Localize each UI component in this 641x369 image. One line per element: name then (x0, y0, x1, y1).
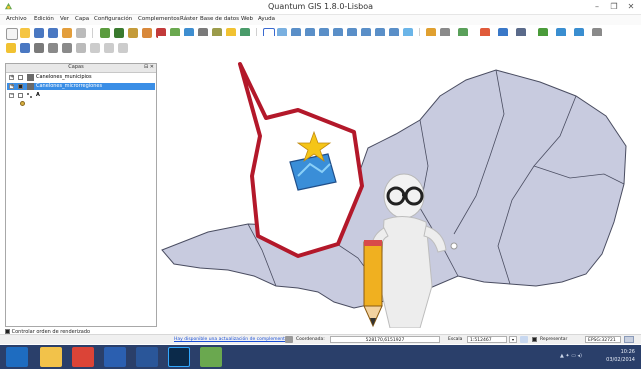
menu-edicion[interactable]: Edición (34, 16, 54, 22)
render-checkbox[interactable] (532, 337, 537, 342)
word-icon[interactable] (136, 347, 158, 367)
layer-item-microrregiones[interactable]: + Canelones_microrregiones (7, 83, 155, 90)
collapse-icon[interactable]: − (9, 93, 14, 98)
menu-archivo[interactable]: Archivo (6, 16, 27, 22)
plugin-update-link[interactable]: Hay disponible una actualización de comp… (174, 336, 288, 343)
add-raster-layer-icon[interactable] (114, 28, 124, 38)
system-tray-icons[interactable]: ▲ ✦ ▭ ◂) (560, 353, 600, 361)
polygon-layer-icon (27, 74, 34, 81)
chrome-icon[interactable] (72, 347, 94, 367)
new-project-icon[interactable] (6, 28, 18, 40)
window-title: Quantum GIS 1.8.0-Lisboa (267, 2, 374, 11)
layer-label: Canelones_microrregiones (36, 83, 103, 89)
menu-complementos[interactable]: Complementos (138, 16, 180, 22)
coordinate-field[interactable]: 528170,6151927 (330, 336, 440, 343)
windows-taskbar: ▲ ✦ ▭ ◂) 10:26 03/02/2014 (0, 345, 641, 369)
polygon-layer-icon (27, 83, 34, 90)
menu-base-de-datos[interactable]: Base de datos (200, 16, 239, 22)
messages-icon[interactable] (624, 336, 634, 343)
layers-panel: Capas ⊟ ✕ + Canelones_municipios + Canel… (5, 63, 157, 327)
qgis-taskbar-icon[interactable] (200, 347, 222, 367)
save-as-icon[interactable] (48, 28, 58, 38)
add-vector-layer-icon[interactable] (100, 28, 110, 38)
delete-selected-icon[interactable] (76, 43, 86, 53)
add-postgis-layer-icon[interactable] (128, 28, 138, 38)
panel-close-icon[interactable]: ⊟ ✕ (144, 64, 156, 70)
layer-label: A (36, 92, 40, 98)
crs-status[interactable]: EPSG:32721 (585, 336, 621, 343)
layer-label: Canelones_municipios (36, 74, 92, 80)
layer-item-municipios[interactable]: + Canelones_municipios (7, 74, 155, 81)
clock-time: 10:26 (620, 349, 635, 355)
print-composer-icon[interactable] (62, 28, 72, 38)
point-layer-icon (27, 93, 33, 99)
layer-item-a[interactable]: − A (7, 92, 155, 99)
menu-ayuda[interactable]: Ayuda (258, 16, 275, 22)
maximize-button[interactable]: ❐ (606, 1, 622, 13)
layer-visibility-checkbox[interactable] (18, 93, 23, 98)
render-label: Representar (540, 337, 568, 342)
open-project-icon[interactable] (20, 28, 30, 38)
layer-visibility-checkbox[interactable] (18, 84, 23, 89)
save-project-icon[interactable] (34, 28, 44, 38)
add-feature-icon[interactable] (34, 43, 44, 53)
menu-bar: Archivo Edición Ver Capa Configuración C… (0, 15, 641, 25)
scale-dropdown-icon[interactable]: ▾ (509, 336, 517, 343)
add-spatialite-layer-icon[interactable] (142, 28, 152, 38)
menu-raster[interactable]: Ráster (180, 16, 198, 22)
layers-panel-title: Capas (68, 64, 84, 70)
file-explorer-icon[interactable] (40, 347, 62, 367)
scale-label: Escala (448, 337, 463, 342)
coordinate-label: Coordenada: (296, 337, 325, 342)
clock-date: 03/02/2014 (606, 357, 635, 363)
map-drawing (161, 62, 627, 329)
save-edits-icon[interactable] (20, 43, 30, 53)
move-feature-icon[interactable] (48, 43, 58, 53)
point-symbol-icon (20, 101, 25, 106)
start-button-icon[interactable] (6, 347, 28, 367)
minimize-button[interactable]: – (589, 1, 605, 13)
photoshop-icon[interactable] (168, 347, 190, 367)
stop-render-icon[interactable] (520, 336, 528, 343)
copy-features-icon[interactable] (104, 43, 114, 53)
node-tool-icon[interactable] (62, 43, 72, 53)
expand-icon[interactable]: + (9, 84, 14, 89)
menu-web[interactable]: Web (241, 16, 253, 22)
menu-ver[interactable]: Ver (60, 16, 69, 22)
menu-capa[interactable]: Capa (75, 16, 89, 22)
title-bar: Quantum GIS 1.8.0-Lisboa – ❐ ✕ (0, 0, 641, 15)
cut-features-icon[interactable] (90, 43, 100, 53)
layer-visibility-checkbox[interactable] (18, 75, 23, 80)
toggle-editing-icon[interactable] (6, 43, 16, 53)
paste-features-icon[interactable] (118, 43, 128, 53)
menu-configuracion[interactable]: Configuración (94, 16, 132, 22)
network-app-icon[interactable] (104, 347, 126, 367)
status-bar: Hay disponible una actualización de comp… (0, 334, 641, 344)
close-button[interactable]: ✕ (623, 1, 639, 13)
print-icon[interactable] (76, 28, 86, 38)
expand-icon[interactable]: + (9, 75, 14, 80)
scale-field[interactable]: 1:512467 (467, 336, 507, 343)
layers-panel-header: Capas ⊟ ✕ (6, 64, 156, 73)
system-clock[interactable]: 10:26 03/02/2014 (606, 348, 635, 364)
coordinate-toggle-icon[interactable] (285, 336, 293, 343)
map-canvas[interactable] (158, 36, 638, 329)
